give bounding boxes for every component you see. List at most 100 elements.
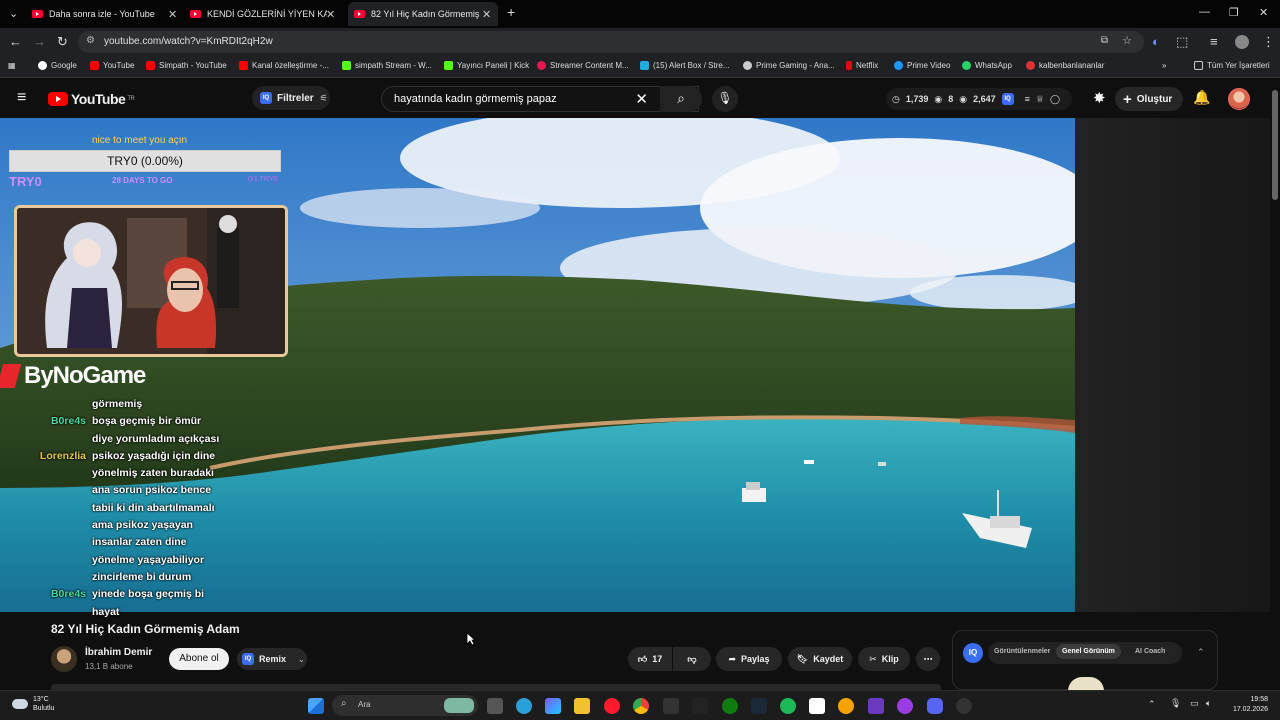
copilot-icon[interactable] bbox=[545, 698, 561, 714]
taskbar-search[interactable]: ⌕ Ara bbox=[332, 695, 478, 716]
notifications-bell-icon[interactable]: 🔔 bbox=[1193, 89, 1210, 106]
app-icon[interactable] bbox=[956, 698, 972, 714]
app-icon[interactable] bbox=[838, 698, 854, 714]
chat-line: insanlar zaten dine bbox=[92, 536, 187, 549]
scrollbar-thumb[interactable] bbox=[1272, 90, 1278, 200]
chevron-up-icon[interactable]: ⌃ bbox=[1197, 647, 1205, 658]
discord-icon[interactable] bbox=[927, 698, 943, 714]
player-side-shadow bbox=[1075, 118, 1270, 612]
browser-menu-icon[interactable]: ⋮ bbox=[1262, 34, 1275, 50]
bookmark-alert-box[interactable]: (15) Alert Box / Stre... bbox=[640, 61, 729, 70]
close-tab-icon[interactable]: ✕ bbox=[482, 8, 498, 21]
file-explorer-icon[interactable] bbox=[574, 698, 590, 714]
google-icon bbox=[38, 61, 47, 70]
sparkle-icon[interactable]: ✸ bbox=[1093, 89, 1106, 107]
bookmark-netflix[interactable]: Netflix bbox=[846, 61, 878, 70]
steam-icon[interactable] bbox=[751, 698, 767, 714]
channel-name[interactable]: İbrahim Demir bbox=[85, 647, 152, 658]
tab-views[interactable]: Görüntülenmeler bbox=[994, 648, 1050, 655]
search-button[interactable]: ⌕ bbox=[660, 86, 702, 112]
volume-icon[interactable]: 🔈︎ bbox=[1206, 698, 1211, 709]
media-controls-icon[interactable]: ≡ bbox=[1210, 34, 1218, 49]
filters-button[interactable]: IQ Filtreler ⚟ bbox=[252, 86, 330, 110]
maximize-icon[interactable]: ❐ bbox=[1229, 6, 1239, 19]
user-avatar[interactable] bbox=[1228, 88, 1250, 110]
voice-search-button[interactable]: 🎙 bbox=[712, 86, 738, 112]
dislike-button[interactable]: 👎︎ bbox=[673, 647, 711, 671]
youtube-logo[interactable]: YouTube TR bbox=[48, 91, 135, 107]
all-bookmarks-folder[interactable]: Tüm Yer İşaretleri bbox=[1194, 61, 1270, 70]
edge-icon[interactable] bbox=[516, 698, 532, 714]
bookmark-streamer-content[interactable]: Streamer Content M... bbox=[537, 61, 629, 70]
bookmark-google[interactable]: Google bbox=[38, 61, 77, 70]
hamburger-menu-icon[interactable]: ≡ bbox=[17, 89, 26, 107]
url-bar[interactable]: ⚙ youtube.com/watch?v=KmRDIt2qH2w ⧉ ☆ bbox=[78, 31, 1144, 53]
bynogame-logo-icon bbox=[0, 364, 22, 388]
webcam-scene bbox=[17, 208, 285, 354]
windows-start-icon[interactable] bbox=[308, 698, 324, 714]
remix-button[interactable]: IQ Remix ⌄ bbox=[237, 648, 307, 670]
subscribe-button[interactable]: Abone ol bbox=[169, 648, 229, 670]
minimize-icon[interactable]: — bbox=[1199, 6, 1210, 18]
xbox-icon[interactable] bbox=[722, 698, 738, 714]
weather-widget[interactable]: 13°C Bulutlu bbox=[12, 695, 54, 713]
iq-stats-pill[interactable]: ◷ 1,739 ◉ 8 ◉ 2,647 IQ ≡ ♕ ◯ bbox=[886, 88, 1072, 110]
tab-overview[interactable]: Genel Görünüm bbox=[1056, 644, 1121, 659]
extension-iq-icon[interactable]: ◐ bbox=[1152, 34, 1160, 49]
share-button[interactable]: ➦ Paylaş bbox=[716, 647, 782, 671]
iq-icon: IQ bbox=[260, 92, 272, 104]
extensions-puzzle-icon[interactable]: ⬚ bbox=[1176, 34, 1188, 50]
save-button[interactable]: 🔖︎ Kaydet bbox=[788, 647, 852, 671]
clip-button[interactable]: ✂ Klip bbox=[858, 647, 910, 671]
bookmark-prime-video[interactable]: Prime Video bbox=[894, 61, 950, 70]
more-bookmarks-icon[interactable]: » bbox=[1162, 61, 1166, 70]
site-info-icon[interactable]: ⚙ bbox=[86, 35, 95, 46]
app-icon[interactable] bbox=[868, 698, 884, 714]
epic-games-icon[interactable] bbox=[663, 698, 679, 714]
bookmark-simpath-youtube[interactable]: Simpath - YouTube bbox=[146, 61, 227, 70]
install-app-icon[interactable]: ⧉ bbox=[1101, 35, 1108, 46]
network-icon[interactable]: ▭ bbox=[1190, 698, 1199, 709]
bookmark-prime-gaming[interactable]: Prime Gaming - Ana... bbox=[743, 61, 835, 70]
task-view-icon[interactable] bbox=[487, 698, 503, 714]
tab-watch-later[interactable]: Daha sonra izle - YouTube ✕ bbox=[32, 4, 177, 24]
close-tab-icon[interactable]: ✕ bbox=[168, 8, 177, 21]
spotify-icon[interactable] bbox=[780, 698, 796, 714]
close-window-icon[interactable]: ✕ bbox=[1259, 6, 1268, 19]
apps-grid-icon[interactable]: ▦ bbox=[8, 61, 16, 70]
kick-icon bbox=[342, 61, 351, 70]
forward-icon[interactable]: → bbox=[33, 34, 46, 49]
microphone-tray-icon[interactable]: 🎙︎ bbox=[1170, 698, 1181, 709]
opera-icon[interactable] bbox=[604, 698, 620, 714]
bookmark-simpath-stream[interactable]: simpath Stream - W... bbox=[342, 61, 432, 70]
chrome-icon[interactable] bbox=[633, 698, 649, 714]
iq-tabs: Görüntülenmeler Genel Görünüm AI Coach bbox=[988, 642, 1182, 664]
bookmark-kanal[interactable]: Kanal özelleştirme -... bbox=[239, 61, 329, 70]
tab-katil[interactable]: KENDİ GÖZLERİNİ YİYEN KATİL✕ bbox=[190, 4, 335, 24]
new-tab-icon[interactable]: + bbox=[507, 4, 515, 20]
capcut-icon[interactable] bbox=[809, 698, 825, 714]
channel-avatar[interactable] bbox=[51, 646, 77, 672]
like-button[interactable]: 👍︎ 17 bbox=[628, 647, 672, 671]
amazon-games-icon[interactable] bbox=[692, 698, 708, 714]
system-clock[interactable]: 19:58 17.02.2026 bbox=[1228, 695, 1268, 715]
tab-active-video[interactable]: 82 Yıl Hiç Kadın Görmemiş Ada✕ bbox=[348, 2, 498, 26]
back-icon[interactable]: ← bbox=[9, 34, 22, 49]
bookmark-star-icon[interactable]: ☆ bbox=[1122, 34, 1132, 47]
obs-icon[interactable] bbox=[897, 698, 913, 714]
profile-avatar[interactable] bbox=[1235, 35, 1249, 49]
tab-ai-coach[interactable]: AI Coach bbox=[1135, 648, 1165, 655]
search-input[interactable]: hayatında kadın görmemiş papaz ✕ bbox=[381, 86, 699, 112]
bookmark-whatsapp[interactable]: WhatsApp bbox=[962, 61, 1012, 70]
bookmark-kalben[interactable]: kalbenbanlananlar bbox=[1026, 61, 1104, 70]
create-button[interactable]: + Oluştur bbox=[1115, 87, 1183, 111]
tab-list-icon[interactable]: ⌄ bbox=[9, 7, 18, 20]
reload-icon[interactable]: ↻ bbox=[57, 34, 68, 50]
more-actions-button[interactable]: ⋯ bbox=[916, 647, 940, 671]
page-scrollbar[interactable] bbox=[1270, 80, 1280, 690]
tray-chevron-icon[interactable]: ⌃ bbox=[1148, 699, 1156, 710]
bookmark-kick-panel[interactable]: Yayıncı Paneli | Kick bbox=[444, 61, 529, 70]
bookmark-youtube[interactable]: YouTube bbox=[90, 61, 134, 70]
close-tab-icon[interactable]: ✕ bbox=[326, 8, 335, 21]
clear-search-icon[interactable]: ✕ bbox=[635, 90, 648, 108]
